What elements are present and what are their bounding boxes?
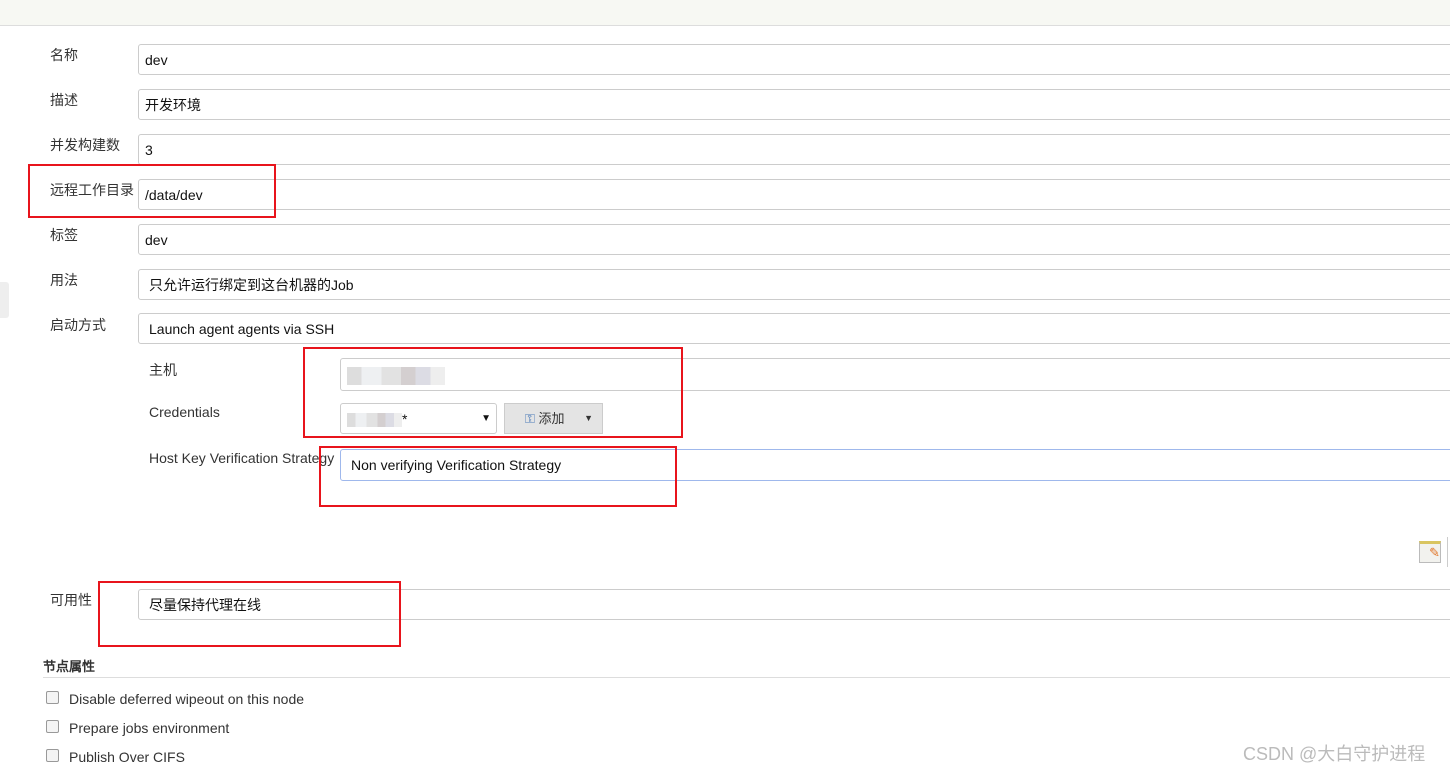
checkbox-prepare-env[interactable] bbox=[46, 720, 59, 733]
host-key-label: Host Key Verification Strategy bbox=[149, 450, 335, 466]
watermark: CSDN @大白守护进程 bbox=[1243, 744, 1426, 764]
executors-input[interactable]: 3 bbox=[138, 134, 1450, 165]
notepad-edit-icon[interactable]: ✎ bbox=[1419, 541, 1441, 563]
highlight-box bbox=[319, 446, 677, 507]
side-tab[interactable] bbox=[0, 282, 9, 318]
checkbox-publish-cifs[interactable] bbox=[46, 749, 59, 762]
credentials-label: Credentials bbox=[149, 404, 220, 420]
labels-input[interactable]: dev bbox=[138, 224, 1450, 255]
description-label: 描述 bbox=[50, 92, 78, 108]
checkbox-label: Disable deferred wipeout on this node bbox=[69, 691, 305, 707]
top-bar bbox=[0, 0, 1450, 26]
usage-label: 用法 bbox=[50, 272, 78, 288]
availability-label: 可用性 bbox=[50, 592, 92, 608]
launch-label: 启动方式 bbox=[50, 317, 106, 333]
name-input[interactable]: dev bbox=[138, 44, 1450, 75]
checkbox-disable-wipeout[interactable] bbox=[46, 691, 59, 704]
labels-label: 标签 bbox=[50, 227, 78, 243]
host-label: 主机 bbox=[149, 362, 177, 378]
checkbox-label: Prepare jobs environment bbox=[69, 720, 230, 736]
highlight-box bbox=[303, 347, 683, 438]
launch-select[interactable]: Launch agent agents via SSH bbox=[138, 313, 1450, 344]
section-divider bbox=[43, 677, 1450, 678]
usage-select[interactable]: 只允许运行绑定到这台机器的Job bbox=[138, 269, 1450, 300]
name-label: 名称 bbox=[50, 47, 78, 63]
remote-root-input[interactable]: /data/dev bbox=[138, 179, 1450, 210]
highlight-box bbox=[28, 164, 276, 218]
divider bbox=[1447, 537, 1448, 567]
node-properties-heading: 节点属性 bbox=[43, 659, 96, 674]
highlight-box bbox=[98, 581, 401, 647]
executors-label: 并发构建数 bbox=[50, 137, 120, 153]
description-input[interactable]: 开发环境 bbox=[138, 89, 1450, 120]
checkbox-label: Publish Over CIFS bbox=[69, 749, 185, 765]
